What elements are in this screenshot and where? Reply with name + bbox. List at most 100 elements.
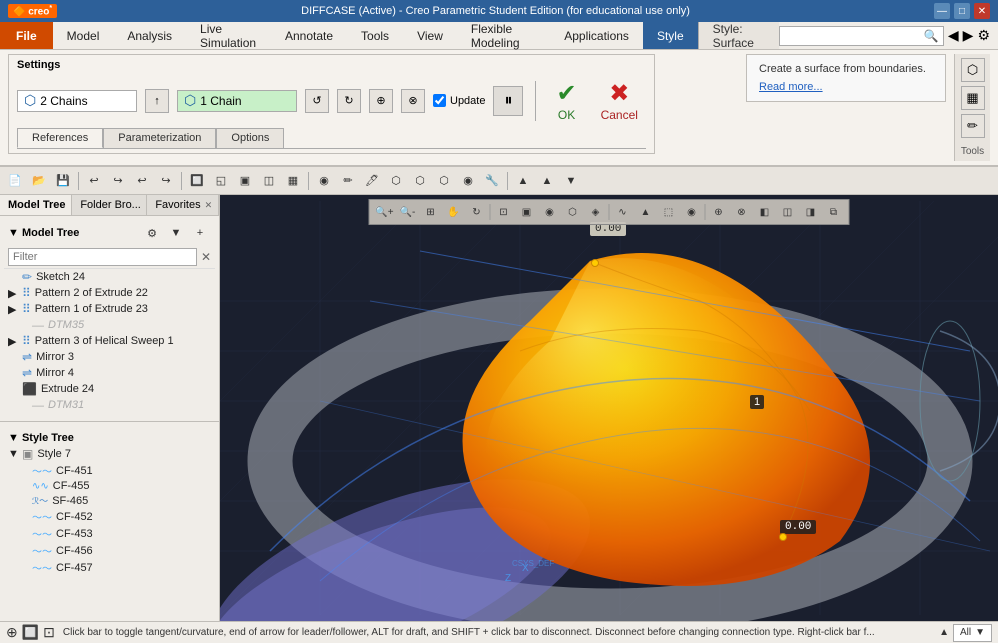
vp-mesh[interactable]: ⬚ — [658, 202, 680, 222]
tree-item-mirror4[interactable]: ⇌ Mirror 4 — [4, 365, 215, 381]
tree-item-cf453[interactable]: 〜〜 CF-453 — [4, 525, 215, 542]
vp-wireframe[interactable]: ⬡ — [562, 202, 584, 222]
vp-view1[interactable]: ⊡ — [493, 202, 515, 222]
chain-tool-3[interactable]: ↻ — [337, 89, 361, 113]
tb-view2[interactable]: ◱ — [210, 170, 232, 192]
tree-item-sketch24[interactable]: ✏ Sketch 24 — [4, 269, 215, 285]
tree-filter-btn[interactable]: ▼ — [165, 222, 187, 244]
tb-save[interactable]: 💾 — [52, 170, 74, 192]
chain-tool-5[interactable]: ⊗ — [401, 89, 425, 113]
tb-view4[interactable]: ◫ — [258, 170, 280, 192]
tree-settings-btn[interactable]: ⚙ — [141, 222, 163, 244]
tb-undo[interactable]: ↩ — [83, 170, 105, 192]
tb-gear[interactable]: 🔧 — [481, 170, 503, 192]
search-input[interactable] — [784, 30, 924, 42]
tree-item-mirror3[interactable]: ⇌ Mirror 3 — [4, 349, 215, 365]
chain1-field[interactable]: ⬡ 2 Chains — [17, 90, 137, 112]
vp-zoom-in[interactable]: 🔍+ — [374, 202, 396, 222]
tb-new[interactable]: 📄 — [4, 170, 26, 192]
tb-redo[interactable]: ↪ — [107, 170, 129, 192]
menu-analysis[interactable]: Analysis — [113, 22, 186, 49]
settings-icon[interactable]: ⚙ — [977, 27, 990, 44]
tb-open[interactable]: 📂 — [28, 170, 50, 192]
viewport[interactable]: 🔍+ 🔍- ⊞ ✋ ↻ ⊡ ▣ ◉ ⬡ ◈ ∿ ▲ ⬚ ◉ ⊕ ⊗ ◧ ◫ ◨ … — [220, 195, 998, 621]
tree-item-cf451[interactable]: 〜〜 CF-451 — [4, 462, 215, 479]
menu-model[interactable]: Model — [53, 22, 114, 49]
close-button[interactable]: ✕ — [974, 3, 990, 19]
tab-references[interactable]: References — [17, 128, 103, 148]
menu-flexible-modeling[interactable]: Flexible Modeling — [457, 22, 550, 49]
tb-hex3[interactable]: ⬡ — [433, 170, 455, 192]
tb-dropdown[interactable]: ▼ — [560, 170, 582, 192]
tree-item-pattern2[interactable]: ▶ ⠿ Pattern 2 of Extrude 22 — [4, 285, 215, 301]
tab-options[interactable]: Options — [216, 128, 284, 148]
tb-edit[interactable]: ✏ — [337, 170, 359, 192]
vp-pan[interactable]: ✋ — [443, 202, 465, 222]
tool-btn-2[interactable]: ▦ — [961, 86, 985, 110]
vp-ctrl4[interactable]: ◫ — [777, 202, 799, 222]
menu-applications[interactable]: Applications — [550, 22, 643, 49]
tb-view3[interactable]: ▣ — [234, 170, 256, 192]
tree-item-cf452[interactable]: 〜〜 CF-452 — [4, 508, 215, 525]
tree-item-pattern1[interactable]: ▶ ⠿ Pattern 1 of Extrude 23 — [4, 301, 215, 317]
vp-view2[interactable]: ▣ — [516, 202, 538, 222]
vp-rotate[interactable]: ↻ — [466, 202, 488, 222]
vp-ctrl2[interactable]: ⊗ — [731, 202, 753, 222]
tree-item-sf465[interactable]: ℛ〜 SF-465 — [4, 493, 215, 508]
search-box[interactable]: 🔍 — [779, 26, 944, 46]
cancel-button[interactable]: ✖ Cancel — [593, 77, 646, 124]
tb-sketch[interactable]: ◉ — [313, 170, 335, 192]
tb-pen[interactable]: 🖊 — [361, 170, 383, 192]
vp-curve[interactable]: ∿ — [612, 202, 634, 222]
tb-undo2[interactable]: ↩ — [131, 170, 153, 192]
chain-tool-4[interactable]: ⊕ — [369, 89, 393, 113]
vp-zoom-out[interactable]: 🔍- — [397, 202, 419, 222]
vp-edges[interactable]: ◈ — [585, 202, 607, 222]
vp-analysis[interactable]: ◉ — [681, 202, 703, 222]
chain-tool-1[interactable]: ↑ — [145, 89, 169, 113]
tb-hex2[interactable]: ⬡ — [409, 170, 431, 192]
menu-style-surface[interactable]: Style: Surface — [698, 22, 779, 49]
tab-favorites[interactable]: Favorites ✕ — [147, 195, 219, 215]
menu-view[interactable]: View — [403, 22, 457, 49]
tree-filter-clear[interactable]: ✕ — [201, 250, 211, 264]
tree-item-dtm35[interactable]: — DTM35 — [4, 317, 215, 333]
tree-item-style7[interactable]: ▼ ▣ Style 7 — [4, 446, 215, 462]
tree-item-dtm31[interactable]: — DTM31 — [4, 397, 215, 413]
tb-hex1[interactable]: ⬡ — [385, 170, 407, 192]
chain2-field[interactable]: ⬡ 1 Chain — [177, 90, 297, 112]
tb-view5[interactable]: ▦ — [282, 170, 304, 192]
vp-zoom-window[interactable]: ⊞ — [420, 202, 442, 222]
vp-ctrl5[interactable]: ◨ — [800, 202, 822, 222]
favorites-close-icon[interactable]: ✕ — [205, 200, 213, 211]
window-controls[interactable]: — □ ✕ — [934, 3, 990, 19]
vp-ctrl6[interactable]: ⧉ — [823, 202, 845, 222]
vp-shaded[interactable]: ◉ — [539, 202, 561, 222]
maximize-button[interactable]: □ — [954, 3, 970, 19]
control-point-top[interactable] — [591, 259, 599, 267]
tab-folder-browser[interactable]: Folder Bro... ✕ — [72, 195, 147, 215]
read-more-link[interactable]: Read more... — [759, 81, 823, 93]
chain-tool-2[interactable]: ↺ — [305, 89, 329, 113]
vp-surface[interactable]: ▲ — [635, 202, 657, 222]
menu-annotate[interactable]: Annotate — [271, 22, 347, 49]
menu-style[interactable]: Style — [643, 22, 698, 49]
tb-redo2[interactable]: ↪ — [155, 170, 177, 192]
menu-live-simulation[interactable]: Live Simulation — [186, 22, 271, 49]
update-checkbox[interactable] — [433, 94, 446, 107]
tree-filter-input[interactable] — [8, 248, 197, 266]
tab-parameterization[interactable]: Parameterization — [103, 128, 216, 148]
tb-circle[interactable]: ◉ — [457, 170, 479, 192]
tool-btn-3[interactable]: ✏ — [961, 114, 985, 138]
vp-ctrl3[interactable]: ◧ — [754, 202, 776, 222]
tb-view1[interactable]: 🔲 — [186, 170, 208, 192]
pause-button[interactable]: ⏸ — [493, 86, 523, 116]
tab-model-tree[interactable]: Model Tree — [0, 195, 72, 215]
status-nav-icon[interactable]: ▲ — [939, 627, 949, 638]
tree-item-cf455[interactable]: ∿∿ CF-455 — [4, 479, 215, 493]
tree-item-cf457[interactable]: 〜〜 CF-457 — [4, 559, 215, 576]
tb-arrow2[interactable]: ▲ — [536, 170, 558, 192]
status-dropdown[interactable]: All ▼ — [953, 624, 992, 642]
tree-item-extrude24[interactable]: ⬛ Extrude 24 — [4, 381, 215, 397]
tool-btn-1[interactable]: ⬡ — [961, 58, 985, 82]
